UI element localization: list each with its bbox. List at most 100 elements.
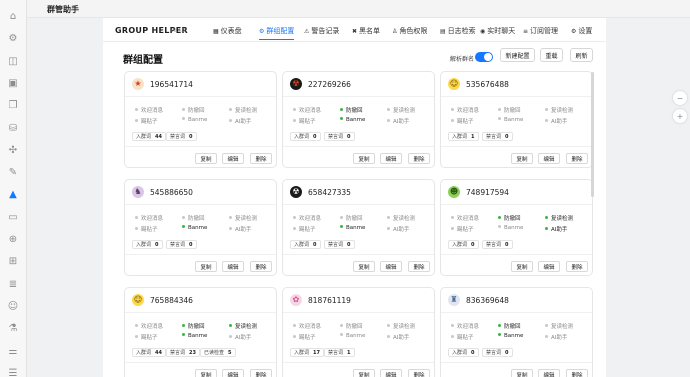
copy-icon[interactable]: ❐: [7, 100, 19, 112]
copy-button[interactable]: 复制: [195, 153, 217, 164]
feature-label: Banme: [504, 117, 524, 123]
tab-role[interactable]: ♙ 角色权限: [392, 26, 427, 40]
feature-status: 防撤回: [182, 322, 205, 330]
tab-settings[interactable]: ⚙ 群组配置: [259, 26, 295, 40]
tab-log[interactable]: ▤ 日志检索: [440, 26, 476, 40]
zoom-out-icon[interactable]: −: [673, 91, 687, 105]
card-header: ★ 196541714: [125, 72, 276, 97]
layers-icon[interactable]: ◫: [7, 56, 19, 68]
star-avatar: ★: [132, 78, 144, 90]
tag-label: 禁言词: [486, 242, 502, 248]
copy-button[interactable]: 复制: [195, 261, 217, 272]
tab-subscription[interactable]: ≡ 订阅管理: [523, 26, 558, 40]
edit-button[interactable]: 编辑: [222, 153, 244, 164]
delete-button[interactable]: 删除: [566, 153, 588, 164]
feature-label: 防撤回: [188, 324, 205, 330]
list-icon[interactable]: ☰: [7, 368, 19, 377]
new-config-button[interactable]: 新建配置: [500, 48, 535, 62]
refresh-button[interactable]: 刷新: [570, 48, 593, 62]
delete-button[interactable]: 删除: [566, 369, 588, 377]
copy-button[interactable]: 复制: [511, 369, 533, 377]
edit-button[interactable]: 编辑: [538, 153, 560, 164]
delete-button[interactable]: 删除: [250, 369, 272, 377]
tag-label: 已读检查: [204, 350, 225, 356]
edit-button[interactable]: 编辑: [538, 369, 560, 377]
copy-button[interactable]: 复制: [353, 153, 375, 164]
edit-button[interactable]: 编辑: [380, 153, 402, 164]
tab-warning[interactable]: ⚠ 警告记录: [304, 26, 339, 40]
edit-button[interactable]: 编辑: [222, 369, 244, 377]
feature-label: 欢迎消息: [141, 324, 164, 330]
status-dot: [545, 108, 548, 111]
feature-status: 踢贴子: [135, 117, 158, 125]
edit-icon[interactable]: ✎: [7, 167, 19, 179]
delete-button[interactable]: 删除: [566, 261, 588, 272]
flask-icon[interactable]: ⚗: [7, 323, 19, 335]
tab-blacklist[interactable]: ✖ 黑名单: [352, 26, 380, 40]
tag-count: 0: [347, 133, 351, 140]
feature-label: 防撤回: [188, 108, 205, 114]
status-dot: [182, 216, 185, 219]
grid-icon[interactable]: ⊞: [7, 256, 19, 268]
tag-label: 入群词: [136, 350, 152, 356]
stack-icon[interactable]: ≣: [7, 279, 19, 291]
tag-label: 禁言词: [170, 134, 186, 140]
tag-label: 入群词: [294, 350, 310, 356]
status-dot: [293, 324, 296, 327]
edit-button[interactable]: 编辑: [222, 261, 244, 272]
feature-label: AI助手: [393, 227, 410, 233]
copy-button[interactable]: 复制: [353, 261, 375, 272]
feature-status: Banme: [340, 117, 365, 123]
edit-button[interactable]: 编辑: [380, 369, 402, 377]
sliders-icon[interactable]: ⚌: [7, 346, 19, 358]
folder-icon[interactable]: ▭: [7, 212, 19, 224]
scrollbar[interactable]: [591, 72, 594, 197]
database-icon[interactable]: ⛁: [7, 123, 19, 135]
join-words-tag: 入群词 0: [448, 240, 479, 249]
feature-status: AI助手: [387, 225, 409, 233]
box-icon[interactable]: ▣: [7, 78, 19, 90]
radiation-avatar: ☢: [290, 78, 302, 90]
feature-status: 踢贴子: [451, 225, 474, 233]
group-id: 765884346: [150, 296, 193, 305]
copy-button[interactable]: 复制: [511, 261, 533, 272]
delete-button[interactable]: 删除: [250, 261, 272, 272]
edit-button[interactable]: 编辑: [380, 261, 402, 272]
copy-button[interactable]: 复制: [511, 153, 533, 164]
join-words-tag: 入群词 44: [132, 132, 166, 141]
bell-icon[interactable]: ▲: [7, 189, 19, 201]
feature-status: 复读检测: [229, 322, 257, 330]
status-dot: [182, 333, 185, 336]
feature-label: AI助手: [235, 227, 252, 233]
delete-button[interactable]: 删除: [408, 261, 430, 272]
delete-button[interactable]: 删除: [250, 153, 272, 164]
feature-status: 防撤回: [498, 214, 521, 222]
network-icon[interactable]: ✣: [7, 145, 19, 157]
tab-gear[interactable]: ⚙ 设置: [571, 26, 592, 40]
delete-button[interactable]: 删除: [408, 153, 430, 164]
tab-dashboard[interactable]: ▦ 仪表盘: [213, 26, 242, 40]
zoom-in-icon[interactable]: +: [673, 109, 687, 123]
settings-icon[interactable]: ⚙: [7, 33, 19, 45]
copy-button[interactable]: 复制: [353, 369, 375, 377]
parse-group-name-toggle[interactable]: [475, 52, 493, 62]
side-rail: ⌂ ⚙ ◫ ▣ ❐ ⛁ ✣ ✎ ▲ ▭ ⊕ ⊞ ≣ ☺ ⚗ ⚌ ☰: [0, 0, 27, 377]
copy-button[interactable]: 复制: [195, 369, 217, 377]
reload-button[interactable]: 重载: [540, 48, 563, 62]
feature-status: Banme: [182, 117, 207, 123]
status-dot: [498, 333, 501, 336]
join-words-tag: 入群词 0: [290, 132, 321, 141]
warning-icon: ⚠: [304, 28, 310, 35]
tab-chat[interactable]: ◉ 实时聊天: [480, 26, 515, 40]
status-dot: [340, 225, 343, 228]
tag-count: 0: [155, 241, 159, 248]
edit-button[interactable]: 编辑: [538, 261, 560, 272]
feature-status: 欢迎消息: [451, 106, 479, 114]
delete-button[interactable]: 删除: [408, 369, 430, 377]
users-icon[interactable]: ☺: [7, 301, 19, 313]
plus-circle-icon[interactable]: ⊕: [7, 234, 19, 246]
home-icon[interactable]: ⌂: [7, 11, 19, 23]
feature-status: 踢贴子: [293, 117, 316, 125]
feature-status: Banme: [498, 333, 523, 339]
feature-status: 防撤回: [498, 322, 521, 330]
